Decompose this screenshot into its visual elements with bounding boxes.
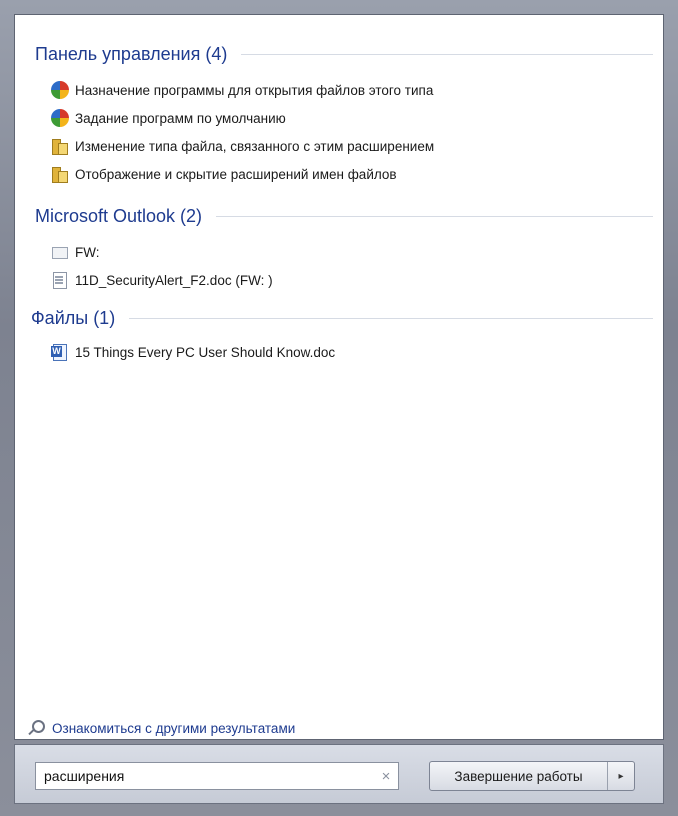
result-label: Задание программ по умолчанию bbox=[75, 110, 286, 126]
clear-search-icon[interactable]: × bbox=[374, 768, 398, 785]
folder-options-icon bbox=[51, 137, 69, 155]
folder-options-icon bbox=[51, 165, 69, 183]
mail-icon bbox=[51, 243, 69, 261]
search-results-panel: Панель управления (4) Назначение програм… bbox=[14, 14, 664, 740]
divider bbox=[129, 317, 653, 319]
result-item[interactable]: Отображение и скрытие расширений имен фа… bbox=[51, 164, 397, 184]
control-panel-icon bbox=[51, 109, 69, 127]
shutdown-button[interactable]: Завершение работы bbox=[430, 762, 608, 790]
result-item[interactable]: 11D_SecurityAlert_F2.doc (FW: ) bbox=[51, 270, 273, 290]
divider bbox=[216, 215, 653, 217]
see-more-results-link[interactable]: Ознакомиться с другими результатами bbox=[28, 717, 295, 739]
search-icon bbox=[28, 719, 45, 737]
search-box[interactable]: × bbox=[35, 762, 399, 790]
word-document-icon bbox=[51, 343, 69, 361]
result-label: 15 Things Every PC User Should Know.doc bbox=[75, 344, 336, 360]
group-header-control-panel[interactable]: Панель управления (4) bbox=[35, 41, 653, 67]
result-item[interactable]: Изменение типа файла, связанного с этим … bbox=[51, 136, 434, 156]
control-panel-icon bbox=[51, 81, 69, 99]
shutdown-button-group: Завершение работы ▸ bbox=[429, 761, 635, 791]
divider bbox=[241, 53, 653, 55]
group-title: Панель управления (4) bbox=[35, 43, 228, 64]
result-label: Изменение типа файла, связанного с этим … bbox=[75, 138, 435, 154]
group-title: Microsoft Outlook (2) bbox=[35, 205, 203, 226]
result-label: 11D_SecurityAlert_F2.doc (FW: ) bbox=[75, 272, 273, 288]
start-menu: Панель управления (4) Назначение програм… bbox=[0, 0, 678, 816]
bottom-bar: × Завершение работы ▸ bbox=[14, 744, 664, 804]
result-item[interactable]: Назначение программы для открытия файлов… bbox=[51, 80, 433, 100]
result-item[interactable]: FW: bbox=[51, 242, 100, 262]
result-item[interactable]: Задание программ по умолчанию bbox=[51, 108, 286, 128]
result-label: FW: bbox=[75, 244, 100, 260]
group-title: Файлы (1) bbox=[31, 307, 116, 328]
result-label: Отображение и скрытие расширений имен фа… bbox=[75, 166, 397, 182]
result-label: Назначение программы для открытия файлов… bbox=[75, 82, 434, 98]
group-header-files[interactable]: Файлы (1) bbox=[31, 305, 653, 331]
document-icon bbox=[51, 271, 69, 289]
search-input[interactable] bbox=[36, 764, 374, 788]
group-header-outlook[interactable]: Microsoft Outlook (2) bbox=[35, 203, 653, 229]
see-more-results-label: Ознакомиться с другими результатами bbox=[52, 720, 296, 736]
shutdown-options-arrow-icon[interactable]: ▸ bbox=[608, 762, 634, 790]
result-item[interactable]: 15 Things Every PC User Should Know.doc bbox=[51, 342, 335, 362]
